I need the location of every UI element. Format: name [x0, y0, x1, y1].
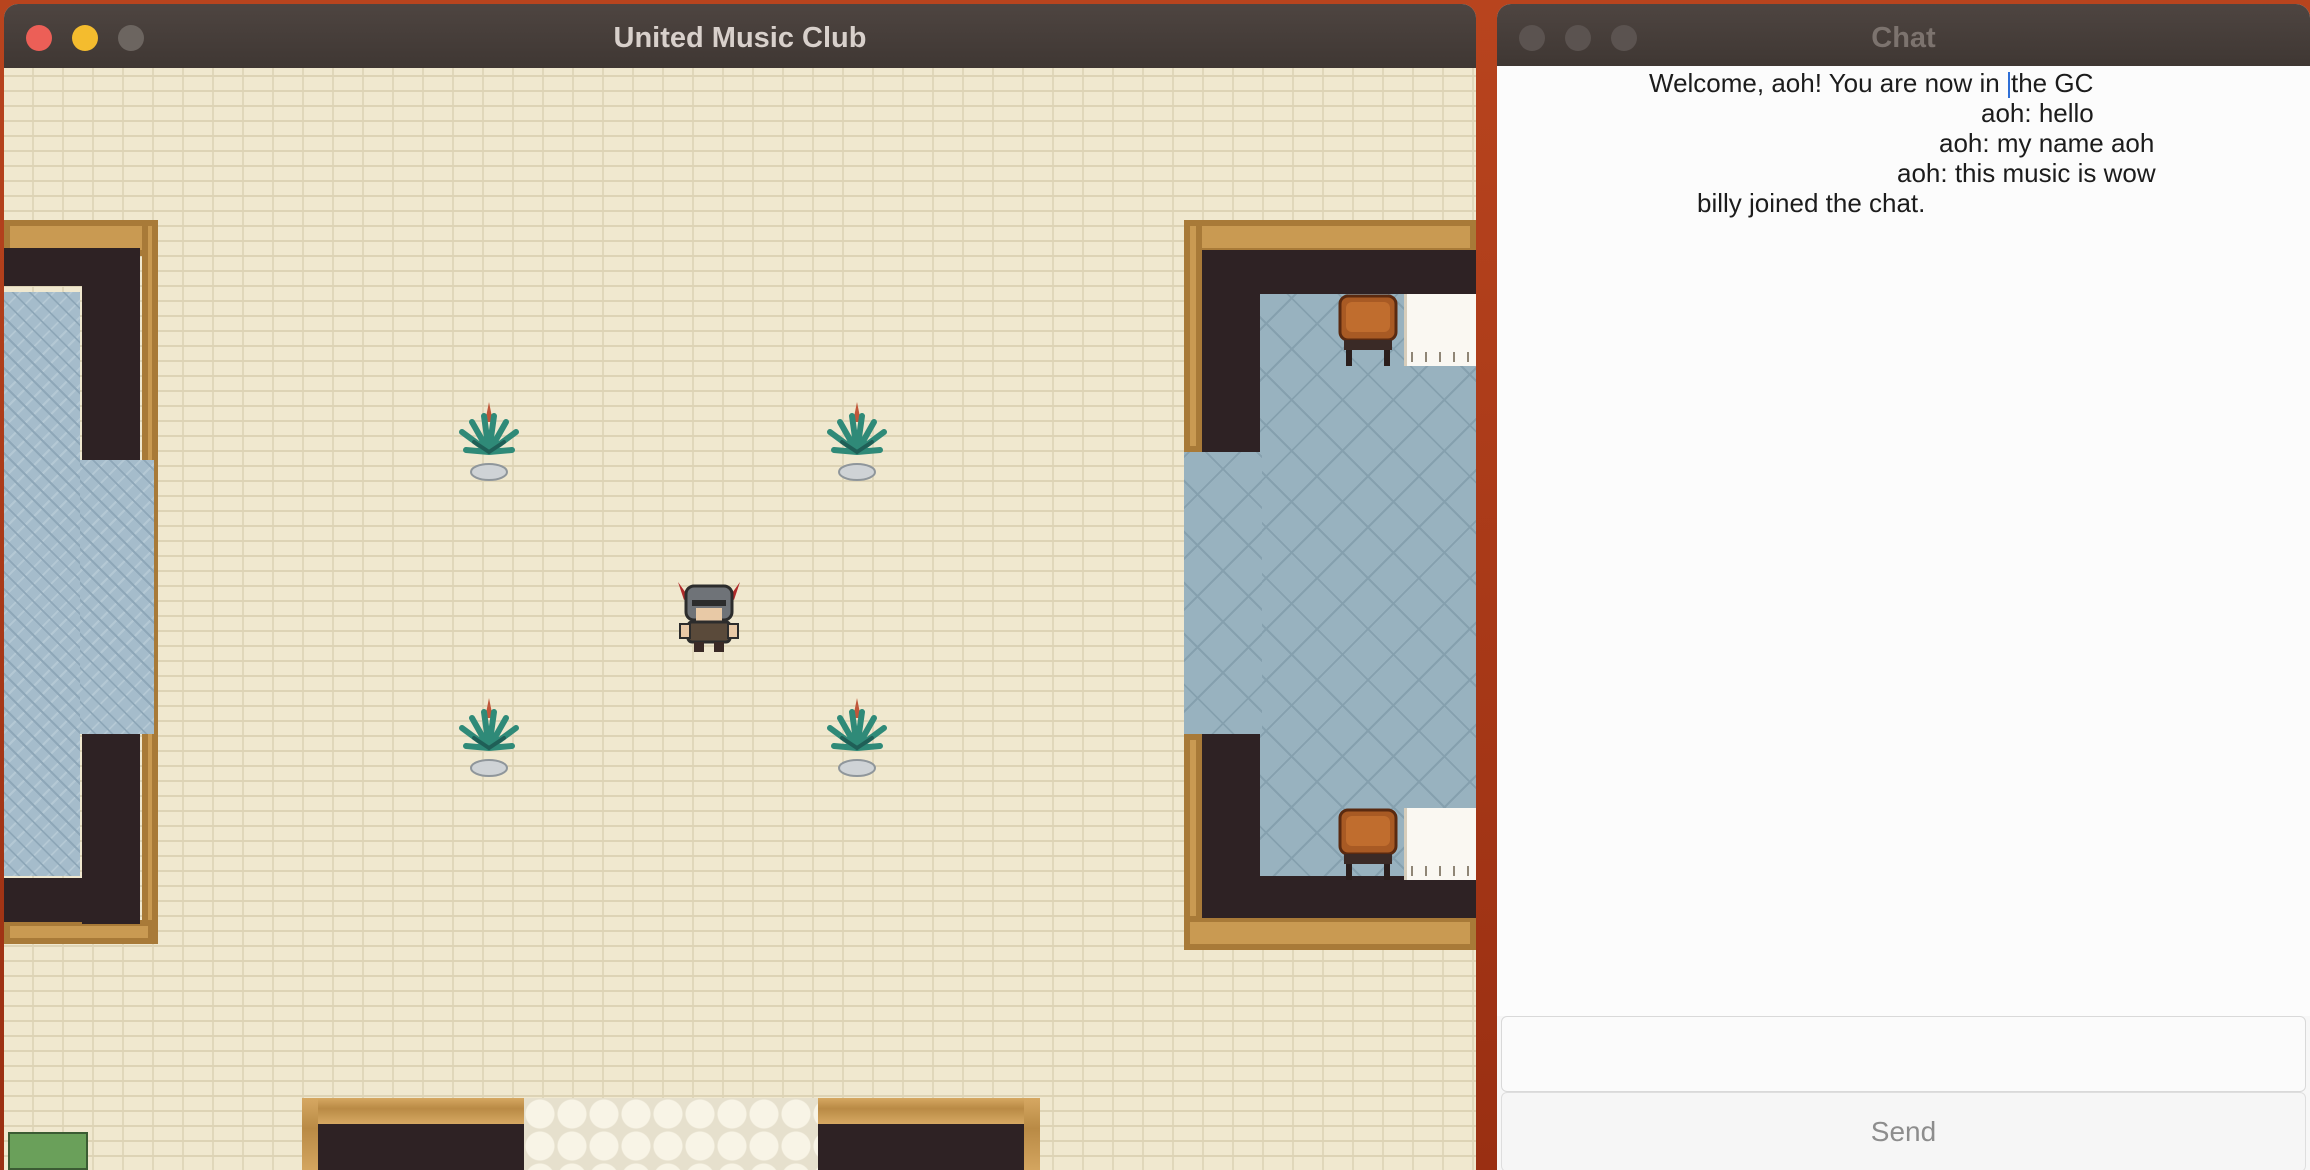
window-title: United Music Club: [613, 22, 867, 54]
chat-window: Chat Welcome, aoh! You are now in the GC…: [1497, 4, 2310, 1170]
table[interactable]: [1404, 294, 1476, 366]
potted-plant-icon: [827, 402, 887, 481]
player-character-icon[interactable]: [674, 578, 744, 654]
bottom-room-wall-left: [318, 1124, 524, 1170]
right-room-side-rail-top: [1184, 220, 1202, 452]
right-room-wall-bottom: [1202, 876, 1476, 918]
right-room-floor: [1260, 294, 1476, 876]
window-title: Chat: [1871, 22, 1936, 54]
chair-icon[interactable]: [1338, 808, 1398, 882]
bottom-room-rail-left: [302, 1098, 318, 1170]
right-room-wall-left-upper: [1202, 250, 1260, 452]
chat-message-list[interactable]: Welcome, aoh! You are now in the GC aoh:…: [1497, 66, 2310, 1016]
bottom-room-entry-floor: [524, 1098, 818, 1170]
potted-plant-icon: [459, 402, 519, 481]
chair-icon[interactable]: [1338, 294, 1398, 368]
text-caret: [2007, 72, 2010, 99]
left-room-wall-upper: [82, 248, 140, 460]
bottom-room-rail-right: [1024, 1098, 1040, 1170]
chat-message: aoh: hello: [1981, 98, 2094, 128]
chat-message: Welcome, aoh! You are now in the GC: [1649, 68, 2093, 99]
game-canvas[interactable]: [4, 68, 1476, 1170]
table[interactable]: [1404, 808, 1476, 880]
potted-plant-icon: [459, 698, 519, 777]
send-button[interactable]: Send: [1501, 1092, 2306, 1170]
left-room-floor: [4, 292, 80, 876]
chat-message: aoh: my name aoh: [1939, 128, 2155, 158]
right-room-floor-entry: [1184, 452, 1262, 734]
right-room-top-rail: [1184, 220, 1476, 254]
chat-input[interactable]: [1501, 1016, 2306, 1092]
game-titlebar: United Music Club: [4, 4, 1476, 69]
potted-plant-icon: [827, 698, 887, 777]
chat-message: billy joined the chat.: [1697, 188, 1926, 218]
right-room-bottom-rail: [1184, 916, 1476, 950]
map-thumbnail: [8, 1132, 88, 1170]
chat-titlebar: Chat: [1497, 4, 2310, 66]
left-room-wall-bottom: [4, 878, 140, 922]
chat-message-text: Welcome, aoh! You are now in the GC: [1649, 68, 2094, 99]
bottom-room-wall-right: [818, 1124, 1024, 1170]
game-window: United Music Club: [4, 4, 1476, 1170]
chat-message: aoh: this music is wow: [1897, 158, 2156, 188]
left-room-floor-entry: [80, 460, 154, 734]
